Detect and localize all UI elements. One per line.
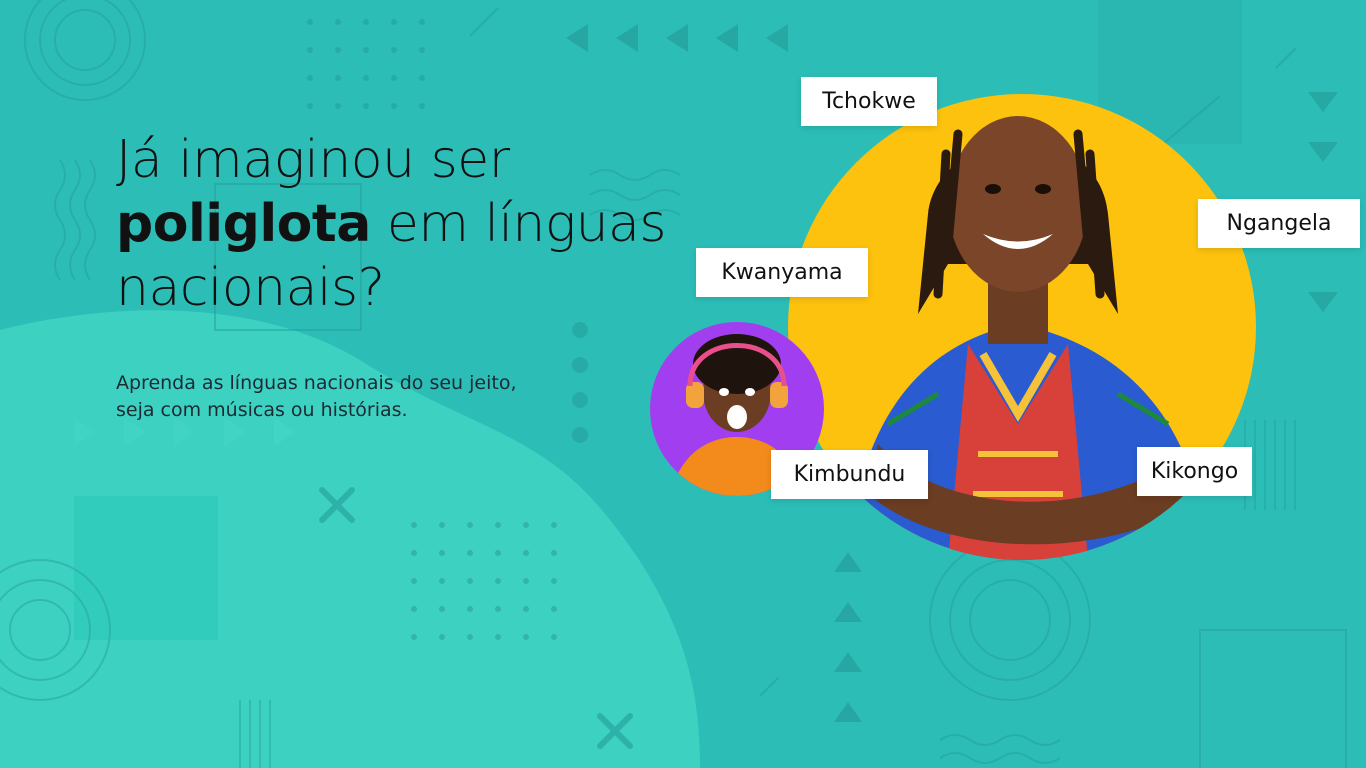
- headline-line-2: poliglota em línguas: [116, 192, 716, 256]
- subtitle-line-1: Aprenda as línguas nacionais do seu jeit…: [116, 372, 517, 394]
- headline-line-3: nacionais?: [116, 258, 385, 318]
- headline-bold-word: poliglota: [116, 194, 371, 254]
- language-tag-kwanyama: Kwanyama: [696, 248, 868, 297]
- language-tag-ngangela: Ngangela: [1198, 199, 1360, 248]
- hero-headline: Já imaginou ser poliglota em línguas nac…: [116, 128, 716, 320]
- language-tag-kimbundu: Kimbundu: [771, 450, 928, 499]
- hero-subtitle: Aprenda as línguas nacionais do seu jeit…: [116, 370, 636, 424]
- headline-line-1: Já imaginou ser: [116, 130, 510, 190]
- subtitle-line-2: seja com músicas ou histórias.: [116, 399, 408, 421]
- headline-line-2-rest: em línguas: [370, 194, 667, 254]
- language-tag-tchokwe: Tchokwe: [801, 77, 937, 126]
- language-tag-kikongo: Kikongo: [1137, 447, 1252, 496]
